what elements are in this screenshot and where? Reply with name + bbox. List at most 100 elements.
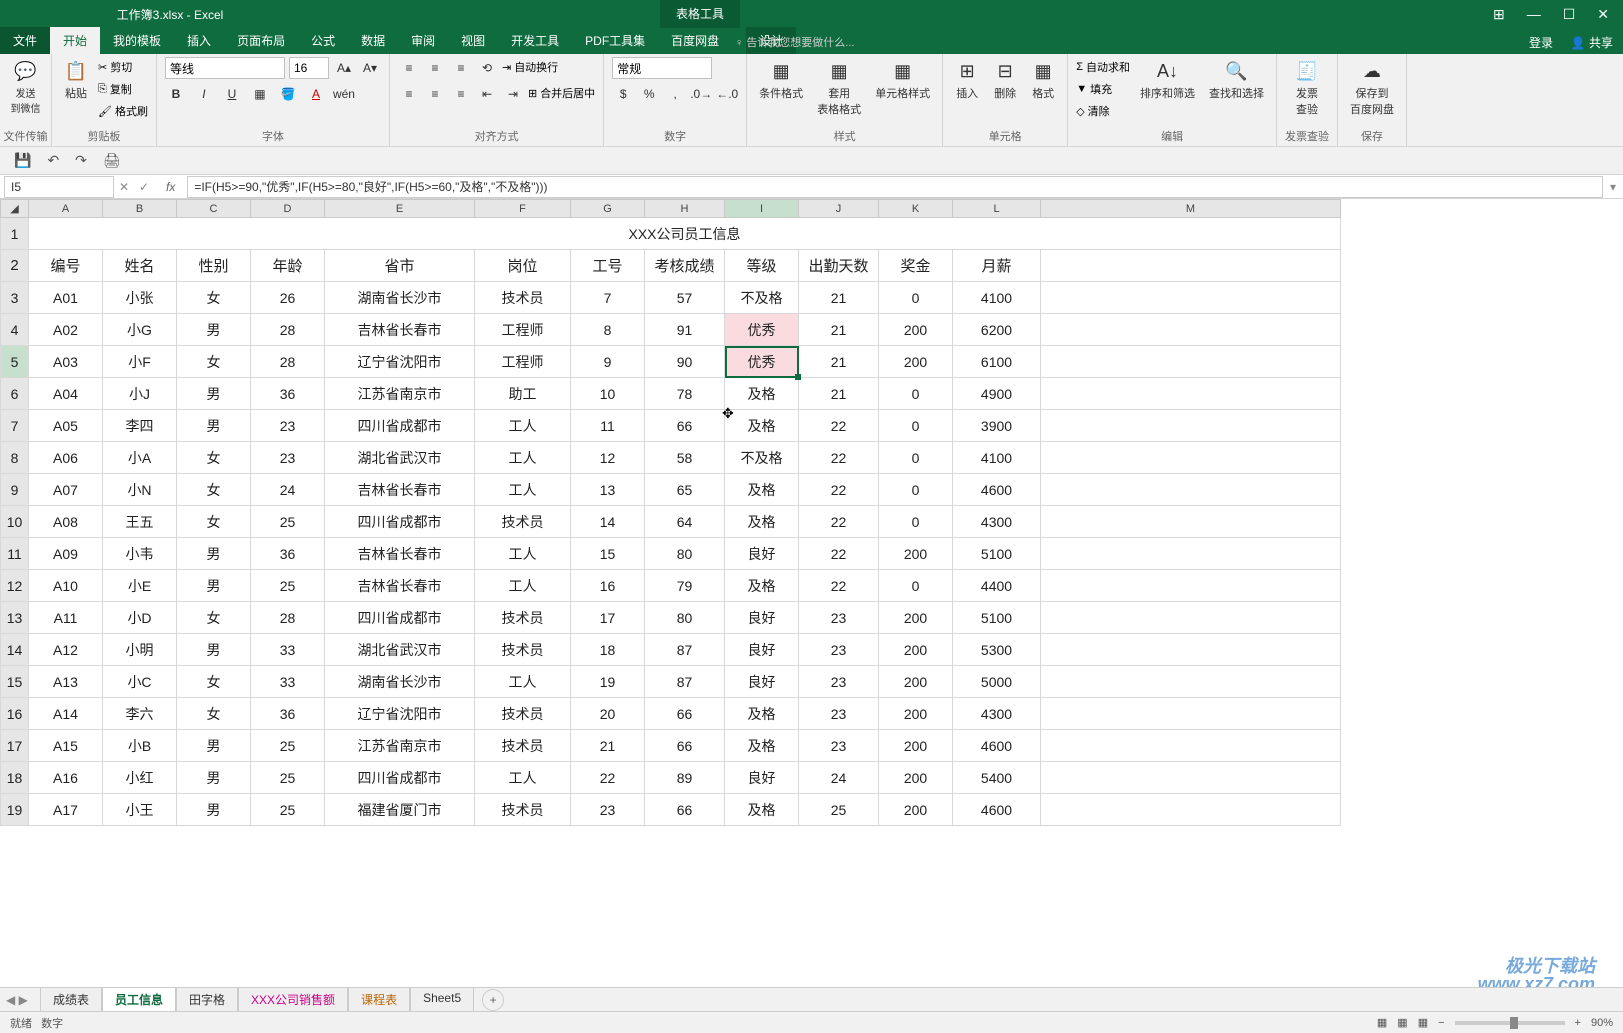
data-cell[interactable]: 25 <box>799 794 879 826</box>
data-cell[interactable]: 良好 <box>725 634 799 666</box>
row-header-1[interactable]: 1 <box>1 218 29 250</box>
name-box[interactable] <box>4 176 114 198</box>
data-cell[interactable]: 23 <box>799 730 879 762</box>
data-cell[interactable]: 5400 <box>953 762 1041 794</box>
row-header-19[interactable]: 19 <box>1 794 29 826</box>
tab-view[interactable]: 视图 <box>448 27 498 54</box>
share-button[interactable]: 👤 共享 <box>1571 34 1613 51</box>
title-cell[interactable]: XXX公司员工信息 <box>29 218 1341 250</box>
data-cell[interactable]: 优秀 <box>725 346 799 378</box>
sheet-tab[interactable]: 课程表 <box>348 987 410 1012</box>
data-cell[interactable]: 工人 <box>475 474 571 506</box>
column-header-L[interactable]: L <box>953 200 1041 218</box>
header-cell[interactable]: 性别 <box>177 250 251 282</box>
data-cell[interactable]: 男 <box>177 730 251 762</box>
fx-icon[interactable]: fx <box>166 180 175 194</box>
header-cell[interactable]: 奖金 <box>879 250 953 282</box>
zoom-slider[interactable] <box>1455 1021 1565 1025</box>
clear-button[interactable]: ◇ 清除 <box>1076 101 1130 121</box>
data-cell[interactable]: 22 <box>799 506 879 538</box>
data-cell[interactable]: 女 <box>177 282 251 314</box>
data-cell[interactable]: 78 <box>645 378 725 410</box>
data-cell[interactable]: 四川省成都市 <box>325 762 475 794</box>
tab-pagelayout[interactable]: 页面布局 <box>224 27 298 54</box>
add-sheet-button[interactable]: + <box>482 989 504 1011</box>
data-cell[interactable]: 3900 <box>953 410 1041 442</box>
data-cell[interactable]: 江苏省南京市 <box>325 730 475 762</box>
data-cell[interactable]: 58 <box>645 442 725 474</box>
data-cell[interactable]: 男 <box>177 570 251 602</box>
view-pagebreak-icon[interactable]: ▦ <box>1418 1016 1428 1029</box>
data-cell[interactable]: 吉林省长春市 <box>325 570 475 602</box>
data-cell[interactable]: 87 <box>645 634 725 666</box>
data-cell[interactable]: A01 <box>29 282 103 314</box>
fill-color-button[interactable]: 🪣 <box>277 83 299 105</box>
column-header-M[interactable]: M <box>1041 200 1341 218</box>
send-to-wechat-button[interactable]: 💬发送 到微信 <box>7 57 45 117</box>
data-cell[interactable]: 15 <box>571 538 645 570</box>
data-cell[interactable]: A09 <box>29 538 103 570</box>
autosum-button[interactable]: Σ 自动求和 <box>1076 57 1130 77</box>
data-cell[interactable]: 技术员 <box>475 794 571 826</box>
enter-formula-icon[interactable]: ✓ <box>134 180 154 194</box>
data-cell[interactable]: A05 <box>29 410 103 442</box>
row-header-16[interactable]: 16 <box>1 698 29 730</box>
expand-formula-bar-icon[interactable]: ▾ <box>1603 180 1623 194</box>
border-button[interactable]: ▦ <box>249 83 271 105</box>
data-cell[interactable]: 6200 <box>953 314 1041 346</box>
data-cell[interactable]: 小红 <box>103 762 177 794</box>
data-cell[interactable]: A17 <box>29 794 103 826</box>
insert-cells-button[interactable]: ⊞插入 <box>951 57 983 103</box>
tab-review[interactable]: 审阅 <box>398 27 448 54</box>
copy-button[interactable]: ⎘ 复制 <box>98 79 148 99</box>
data-cell[interactable]: 李四 <box>103 410 177 442</box>
data-cell[interactable]: 7 <box>571 282 645 314</box>
data-cell[interactable]: 90 <box>645 346 725 378</box>
column-header-K[interactable]: K <box>879 200 953 218</box>
data-cell[interactable]: 4900 <box>953 378 1041 410</box>
tab-pdf[interactable]: PDF工具集 <box>572 27 658 54</box>
select-all-corner[interactable]: ◢ <box>1 200 29 218</box>
data-cell[interactable]: 28 <box>251 314 325 346</box>
data-cell[interactable]: 湖北省武汉市 <box>325 442 475 474</box>
data-cell[interactable]: 25 <box>251 506 325 538</box>
zoom-in-button[interactable]: + <box>1575 1017 1581 1029</box>
row-header-9[interactable]: 9 <box>1 474 29 506</box>
sheet-tab[interactable]: 成绩表 <box>40 987 102 1012</box>
data-cell[interactable]: 12 <box>571 442 645 474</box>
data-cell[interactable]: A12 <box>29 634 103 666</box>
data-cell[interactable]: 21 <box>799 314 879 346</box>
data-cell[interactable]: 及格 <box>725 506 799 538</box>
qat-print-icon[interactable]: 🖨 <box>103 152 121 169</box>
data-cell[interactable]: 工人 <box>475 538 571 570</box>
data-cell[interactable]: 小E <box>103 570 177 602</box>
data-cell[interactable]: 200 <box>879 666 953 698</box>
cell-empty[interactable] <box>1041 698 1341 730</box>
data-cell[interactable]: 女 <box>177 666 251 698</box>
data-cell[interactable]: 良好 <box>725 762 799 794</box>
data-cell[interactable]: 不及格 <box>725 282 799 314</box>
data-cell[interactable]: 6100 <box>953 346 1041 378</box>
cell-empty[interactable] <box>1041 282 1341 314</box>
underline-button[interactable]: U <box>221 83 243 105</box>
header-cell[interactable]: 出勤天数 <box>799 250 879 282</box>
data-cell[interactable]: 5100 <box>953 538 1041 570</box>
data-cell[interactable]: 小D <box>103 602 177 634</box>
data-cell[interactable]: 22 <box>799 570 879 602</box>
tab-formulas[interactable]: 公式 <box>298 27 348 54</box>
cell-empty[interactable] <box>1041 794 1341 826</box>
data-cell[interactable]: 小张 <box>103 282 177 314</box>
row-header-4[interactable]: 4 <box>1 314 29 346</box>
data-cell[interactable]: 工人 <box>475 570 571 602</box>
data-cell[interactable]: A16 <box>29 762 103 794</box>
conditional-formatting-button[interactable]: ▦条件格式 <box>755 57 807 103</box>
data-cell[interactable]: 湖北省武汉市 <box>325 634 475 666</box>
header-cell[interactable]: 月薪 <box>953 250 1041 282</box>
row-header-10[interactable]: 10 <box>1 506 29 538</box>
data-cell[interactable]: 0 <box>879 570 953 602</box>
data-cell[interactable]: 21 <box>799 282 879 314</box>
data-cell[interactable]: 男 <box>177 538 251 570</box>
row-header-11[interactable]: 11 <box>1 538 29 570</box>
login-link[interactable]: 登录 <box>1529 34 1553 51</box>
data-cell[interactable]: 四川省成都市 <box>325 506 475 538</box>
